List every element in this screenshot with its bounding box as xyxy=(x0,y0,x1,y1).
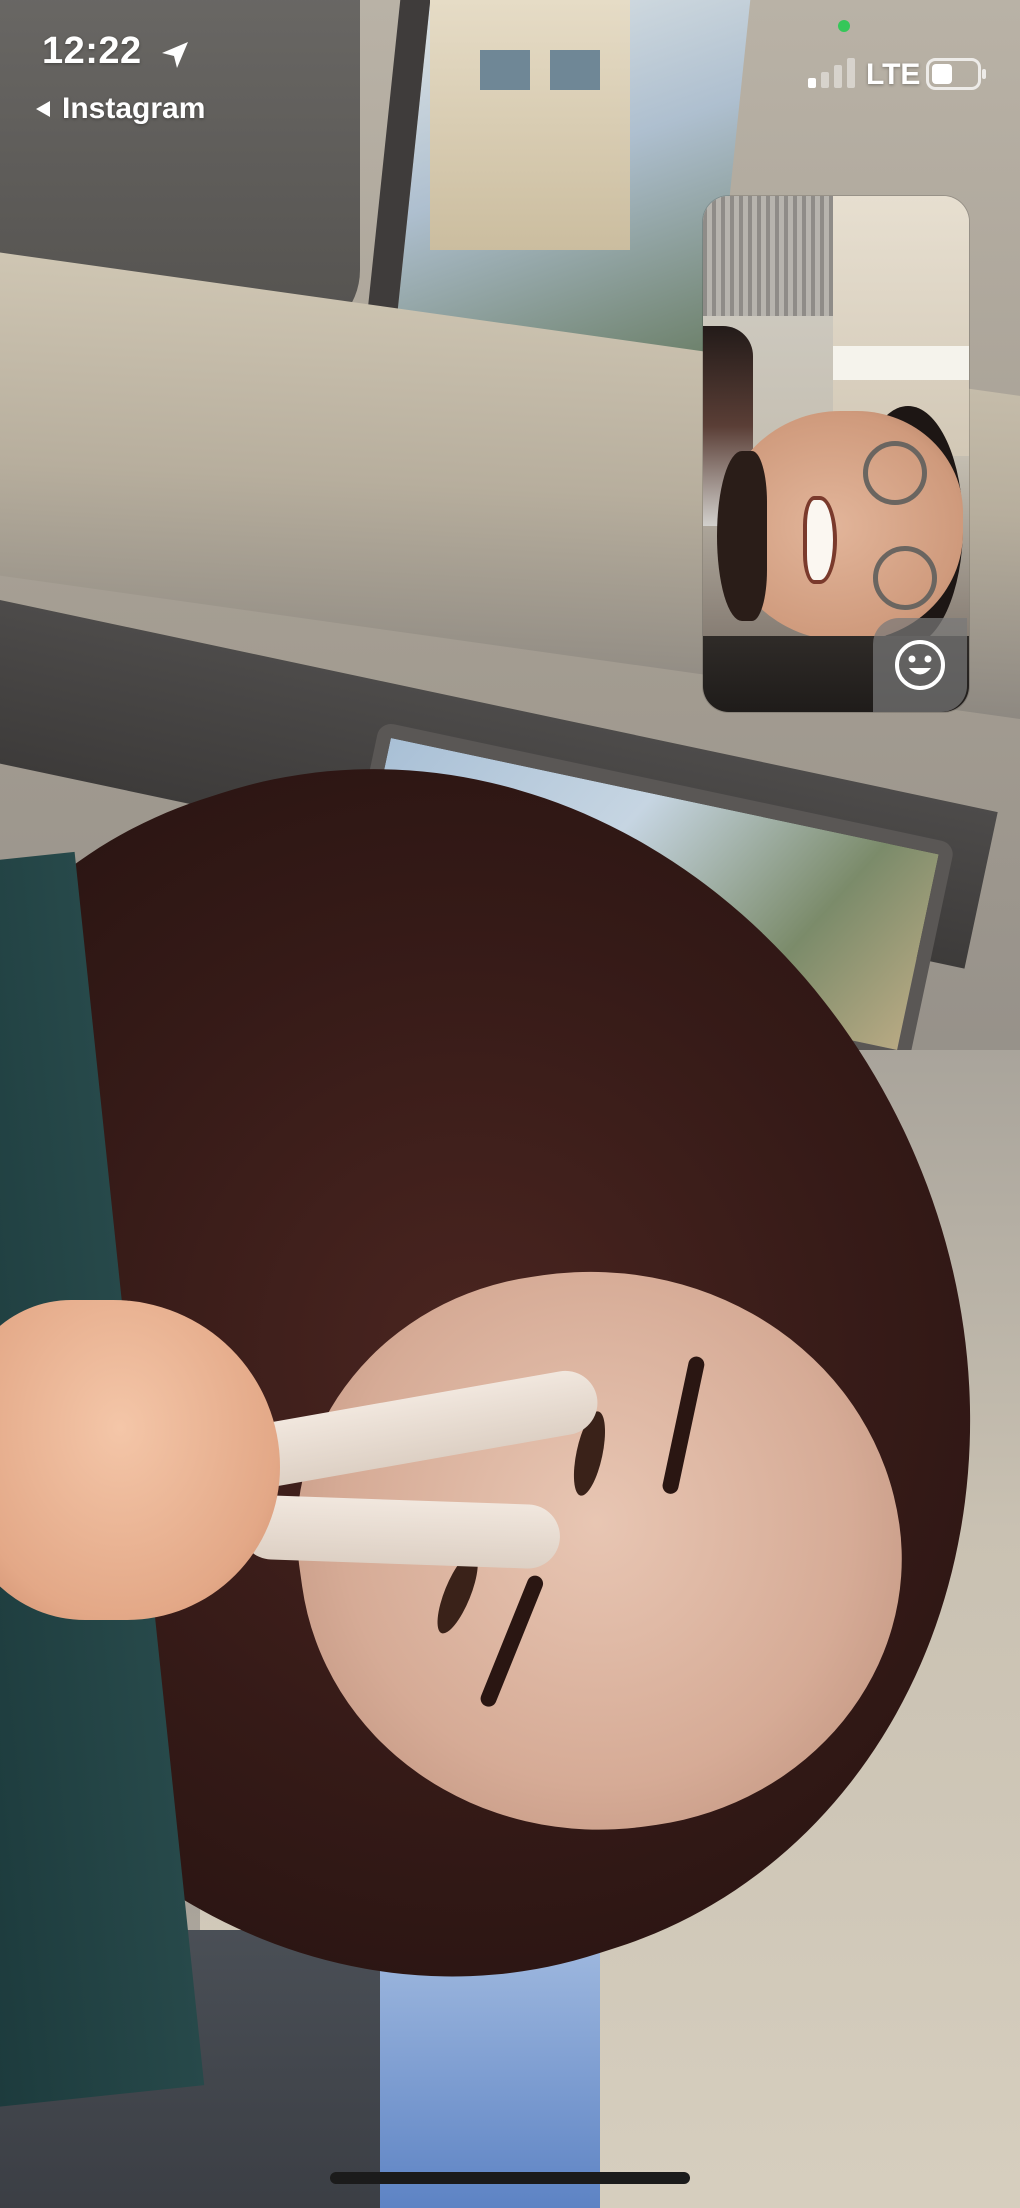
privacy-indicator-dot xyxy=(838,20,850,32)
battery-icon xyxy=(926,58,986,90)
eyebrow xyxy=(478,1573,546,1710)
status-time: 12:22 xyxy=(42,30,142,72)
video-call-screen: 12:22 Instagram LTE xyxy=(0,0,1020,2208)
location-arrow-icon xyxy=(162,42,188,68)
eyebrow xyxy=(661,1355,706,1496)
glasses-lens xyxy=(873,546,937,610)
effects-button[interactable] xyxy=(873,618,967,712)
back-triangle-icon xyxy=(36,101,50,117)
self-smile xyxy=(803,496,837,584)
self-beard xyxy=(717,451,767,621)
cellular-signal-icon xyxy=(808,58,855,88)
home-indicator[interactable] xyxy=(330,2172,690,2184)
smiley-face-icon xyxy=(895,640,945,690)
ceiling-vent xyxy=(703,196,833,316)
network-type: LTE xyxy=(866,58,921,91)
status-bar: 12:22 Instagram LTE xyxy=(0,0,1020,130)
finger xyxy=(238,1494,562,1570)
back-app-label: Instagram xyxy=(62,92,206,125)
ceiling-light xyxy=(833,346,969,380)
glasses-lens xyxy=(863,441,927,505)
back-to-app-button[interactable]: Instagram xyxy=(34,92,205,126)
car-window-bottom xyxy=(380,1950,600,2208)
